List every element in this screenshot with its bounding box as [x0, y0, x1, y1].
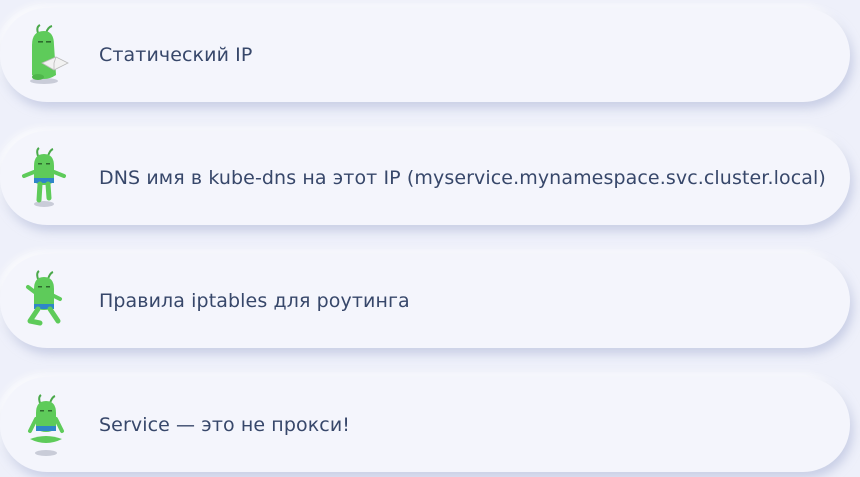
standing-mascot-icon — [22, 147, 66, 207]
meditating-mascot-icon — [28, 393, 64, 456]
reading-mascot-icon — [30, 24, 69, 84]
item-label: Статический IP — [99, 44, 253, 66]
list-item: Статический IP — [0, 8, 850, 102]
list-item: Service — это не прокси! — [0, 377, 850, 472]
item-label: DNS имя в kube-dns на этот IP (myservice… — [99, 167, 826, 189]
list-item: DNS имя в kube-dns на этот IP (myservice… — [0, 131, 850, 225]
item-label: Правила iptables для роутинга — [99, 290, 410, 312]
yoga-mascot-icon — [26, 270, 62, 326]
item-label: Service — это не прокси! — [99, 413, 351, 436]
list-item: Правила iptables для роутинга — [0, 254, 850, 348]
feature-list: Статический IP DNS имя в kube-dns на это… — [0, 0, 860, 477]
